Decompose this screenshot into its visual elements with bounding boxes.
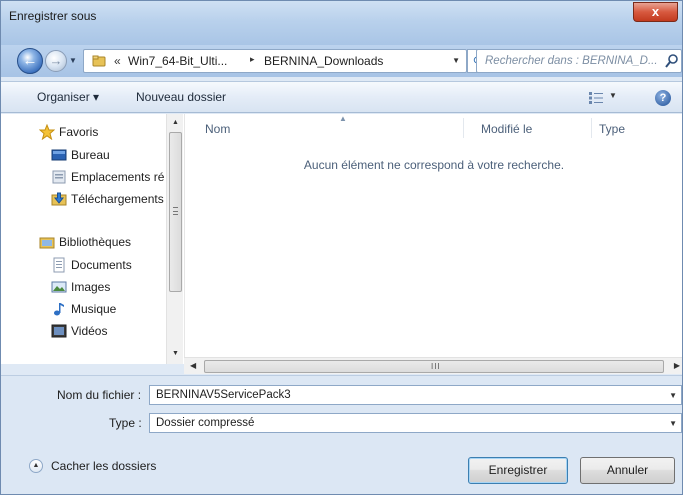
breadcrumb-item[interactable]: BERNINA_Downloads	[264, 54, 383, 68]
chevron-down-icon[interactable]: ▼	[669, 391, 677, 400]
filename-field[interactable]: BERNINAV5ServicePack3 ▼	[149, 385, 682, 405]
sort-indicator-icon: ▲	[339, 114, 347, 123]
file-list[interactable]: ▲ Nom Modifié le Type Aucun élément ne c…	[184, 114, 682, 357]
window-title: Enregistrer sous	[9, 9, 97, 23]
organize-menu[interactable]: Organiser ▾	[37, 90, 99, 104]
column-header-type[interactable]: Type	[599, 122, 625, 136]
sidebar-item-label: Images	[71, 280, 111, 294]
desktop-icon	[51, 149, 67, 161]
scrollbar-thumb[interactable]	[169, 132, 182, 292]
libraries-icon	[39, 237, 55, 249]
back-button[interactable]: ←	[17, 48, 43, 74]
scroll-left-icon[interactable]: ◀	[190, 361, 196, 370]
search-input[interactable]: Rechercher dans : BERNINA_D...	[476, 49, 682, 73]
sidebar-item-label: Téléchargements	[71, 192, 164, 206]
breadcrumb-overflow[interactable]: «	[114, 54, 121, 68]
navigation-bar: ← → ▼ « Win7_64-Bit_Ulti... ▸ BERNINA_Do…	[1, 45, 682, 77]
music-icon	[54, 303, 64, 316]
sidebar-item-label: Bibliothèques	[59, 235, 132, 249]
close-button[interactable]: x	[633, 2, 678, 22]
column-header-name[interactable]: Nom	[205, 122, 230, 136]
help-icon[interactable]: ?	[655, 90, 671, 106]
type-value: Dossier compressé	[156, 417, 255, 429]
breadcrumb-item[interactable]: Win7_64-Bit_Ulti...	[128, 54, 227, 68]
documents-icon	[53, 257, 65, 273]
title-bar: Enregistrer sous x	[1, 1, 682, 45]
empty-message: Aucun élément ne correspond à votre rech…	[303, 158, 565, 172]
forward-button[interactable]: →	[45, 50, 67, 72]
address-bar[interactable]: « Win7_64-Bit_Ulti... ▸ BERNINA_Download…	[83, 49, 467, 73]
downloads-icon	[51, 192, 67, 206]
chevron-down-icon[interactable]: ▼	[669, 419, 677, 428]
folder-icon	[92, 55, 106, 67]
views-icon[interactable]	[589, 92, 603, 104]
sidebar-item-label: Documents	[71, 258, 132, 272]
command-bar: Organiser ▾ Nouveau dossier ▼ ?	[1, 81, 682, 113]
views-dropdown-icon[interactable]: ▼	[609, 91, 617, 100]
sidebar-item-label: Musique	[71, 302, 117, 316]
search-icon	[665, 54, 678, 68]
filename-label: Nom du fichier :	[57, 388, 142, 402]
type-select[interactable]: Dossier compressé ▼	[149, 413, 682, 433]
save-as-dialog: Enregistrer sous x ← → ▼ « Win7_64-Bit_U…	[0, 0, 683, 495]
sidebar-item-label: Emplacements ré	[71, 170, 165, 184]
images-icon	[51, 281, 67, 293]
address-dropdown-icon[interactable]: ▼	[452, 56, 460, 65]
new-folder-button[interactable]: Nouveau dossier	[136, 90, 226, 104]
type-label: Type :	[109, 416, 142, 430]
save-button[interactable]: Enregistrer	[468, 457, 568, 484]
column-header-modified[interactable]: Modifié le	[481, 122, 532, 136]
chevron-up-icon: ▲	[29, 459, 43, 473]
scroll-right-icon[interactable]: ▶	[674, 361, 680, 370]
cancel-button[interactable]: Annuler	[580, 457, 675, 484]
search-placeholder: Rechercher dans : BERNINA_D...	[485, 55, 658, 67]
filename-value: BERNINAV5ServicePack3	[156, 389, 291, 401]
horizontal-scrollbar[interactable]: ◀ III ▶	[184, 357, 682, 374]
videos-icon	[51, 324, 67, 338]
sidebar-item-label: Bureau	[71, 148, 110, 162]
navigation-pane: Favoris Bureau Emplacements ré Télécharg…	[1, 114, 184, 364]
recent-pages-dropdown-icon[interactable]: ▼	[69, 56, 77, 65]
sidebar-item-label: Favoris	[59, 125, 99, 139]
star-icon	[39, 124, 55, 140]
grip-icon: III	[431, 362, 441, 371]
scroll-down-icon[interactable]: ▼	[172, 350, 179, 357]
sidebar-item-label: Vidéos	[71, 324, 108, 338]
breadcrumb-separator-icon[interactable]: ▸	[250, 54, 255, 65]
scroll-up-icon[interactable]: ▲	[172, 119, 179, 126]
scrollbar-thumb[interactable]: III	[204, 360, 664, 373]
recent-places-icon	[52, 170, 66, 184]
navigation-pane-scrollbar[interactable]: ▲ ▼	[166, 114, 183, 364]
hide-folders-label: Cacher les dossiers	[51, 459, 157, 473]
